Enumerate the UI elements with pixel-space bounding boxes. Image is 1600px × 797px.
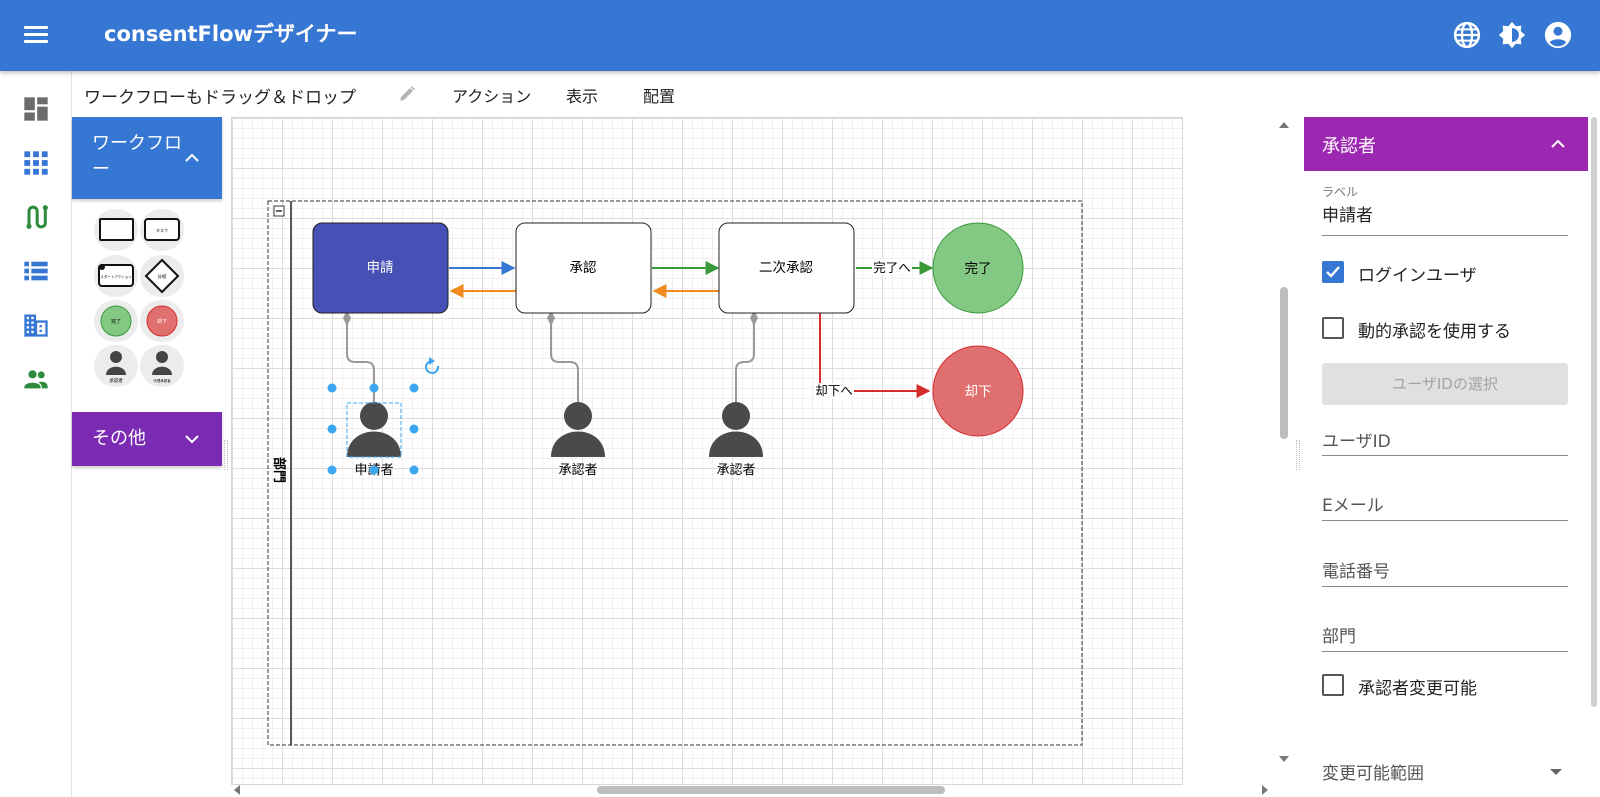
user-id-placeholder: ユーザID (1322, 432, 1391, 452)
edge-label-reject: 却下へ (815, 383, 853, 398)
panel-scroll-thumb[interactable] (1591, 117, 1597, 707)
app-title: consentFlowデザイナー (104, 22, 358, 46)
scroll-right-icon[interactable] (1259, 784, 1271, 796)
user-id-field[interactable]: ユーザID (1322, 423, 1568, 456)
properties-panel: 承認者 ラベル ログインユーザ 動的承認を使用する ユーザIDの選択 ユーザID… (1304, 117, 1588, 797)
menu-action[interactable]: アクション (452, 83, 531, 107)
palette-shape-proxy-approver[interactable]: 代理承認者 (140, 345, 184, 387)
actor-approver-1-label: 承認者 (558, 462, 597, 478)
palette-proxy-label: 代理承認者 (153, 378, 171, 383)
diagram-area: 部門 完了へ 却下へ 申請 承認 二次承認 完了 却下 承認者 承認者 (231, 117, 1290, 797)
people-icon[interactable] (22, 365, 50, 393)
right-splitter[interactable] (1296, 440, 1300, 470)
chevron-down-icon (185, 435, 199, 444)
panel-scrollbar[interactable] (1588, 117, 1600, 797)
palette-other-title: その他 (92, 428, 146, 449)
menu-arrange[interactable]: 配置 (643, 83, 675, 107)
palette-workflow-header[interactable]: ワークフロー (72, 117, 222, 199)
canvas-vscroll-thumb[interactable] (1280, 287, 1288, 439)
palette-workflow-title: ワークフロー (92, 133, 182, 180)
change-range-select[interactable]: 変更可能範囲 (1322, 757, 1568, 787)
palette-shape-task[interactable] (94, 209, 138, 251)
palette-task-label: タスク (156, 227, 168, 233)
scroll-up-icon[interactable] (1278, 119, 1290, 131)
palette-reject-label: 却下 (157, 318, 167, 325)
palette-other-header[interactable]: その他 (72, 412, 222, 466)
actor-approver-1: 承認者 (551, 402, 605, 478)
checkbox-unchecked[interactable] (1322, 317, 1344, 339)
panel-header[interactable]: 承認者 (1304, 117, 1588, 171)
chevron-up-icon (185, 153, 199, 162)
dropdown-arrow-icon (1550, 769, 1562, 775)
diagram-canvas[interactable]: 部門 完了へ 却下へ 申請 承認 二次承認 完了 却下 承認者 承認者 (231, 117, 1183, 785)
panel-title: 承認者 (1322, 136, 1376, 157)
check-icon (1326, 266, 1340, 278)
chevron-up-icon (1551, 139, 1565, 148)
node-reject-label: 却下 (965, 384, 992, 400)
actor-link-3 (735, 313, 755, 403)
checkbox-checked[interactable] (1322, 261, 1344, 283)
list-icon[interactable] (22, 257, 50, 285)
email-placeholder: Eメール (1322, 496, 1384, 516)
phone-field[interactable]: 電話番号 (1322, 553, 1568, 587)
menu-icon[interactable] (22, 22, 50, 48)
label-field[interactable]: ラベル (1322, 183, 1568, 236)
dashboard-icon[interactable] (22, 95, 50, 123)
phone-placeholder: 電話番号 (1322, 562, 1390, 582)
palette-shape-rounded-task[interactable]: タスク (140, 209, 184, 251)
rotate-handle-icon (425, 357, 440, 374)
palette-approver-label: 承認者 (109, 377, 123, 384)
brightness-icon[interactable] (1497, 20, 1527, 50)
node-apply-label: 申請 (367, 260, 394, 276)
actor-link-2 (550, 313, 579, 403)
department-field[interactable]: 部門 (1322, 618, 1568, 652)
account-icon[interactable] (1543, 20, 1573, 50)
email-field[interactable]: Eメール (1322, 487, 1568, 521)
canvas-horizontal-scrollbar[interactable] (231, 783, 1271, 797)
scroll-down-icon[interactable] (1278, 753, 1290, 765)
palette-start-label: スタートアクション (100, 274, 132, 279)
shape-palette: ワークフロー タスク スタートアクション 分岐 完了 却下 承認者 代理承認者 (72, 117, 222, 797)
workflow-name: ワークフローもドラッグ＆ドロップ (84, 88, 356, 108)
canvas-vertical-scrollbar[interactable] (1278, 117, 1290, 785)
menu-view[interactable]: 表示 (566, 83, 598, 107)
approver-changeable-label: 承認者変更可能 (1358, 679, 1477, 699)
node-done-label: 完了 (965, 261, 992, 277)
edge-second-reject (819, 313, 931, 398)
label-field-caption: ラベル (1322, 185, 1359, 199)
palette-shape-approver[interactable]: 承認者 (94, 345, 138, 387)
lane-label: 部門 (271, 457, 287, 483)
palette-shape-decision[interactable]: 分岐 (140, 255, 184, 297)
edge-label-done: 完了へ (873, 260, 911, 275)
change-range-placeholder: 変更可能範囲 (1322, 764, 1424, 784)
select-user-button[interactable]: ユーザIDの選択 (1322, 363, 1568, 405)
checkbox-unchecked[interactable] (1322, 674, 1344, 696)
building-icon[interactable] (22, 311, 50, 339)
palette-shape-done[interactable]: 完了 (94, 300, 138, 342)
node-second-label: 二次承認 (759, 260, 813, 276)
globe-icon[interactable] (1452, 20, 1482, 50)
department-placeholder: 部門 (1322, 627, 1356, 647)
dynamic-approval-label: 動的承認を使用する (1358, 322, 1511, 342)
label-input[interactable] (1322, 203, 1568, 223)
scroll-left-icon[interactable] (231, 784, 243, 796)
palette-shape-start-action[interactable]: スタートアクション (94, 255, 138, 297)
route-icon[interactable] (22, 203, 50, 231)
node-approve-label: 承認 (570, 260, 598, 276)
actor-approver-2: 承認者 (709, 402, 763, 478)
left-splitter[interactable] (224, 440, 228, 470)
palette-done-label: 完了 (111, 318, 121, 325)
nav-rail (0, 71, 72, 797)
toolbar: ワークフローもドラッグ＆ドロップ アクション 表示 配置 (72, 71, 1600, 117)
palette-decision-label: 分岐 (158, 273, 167, 280)
app-bar: consentFlowデザイナー (0, 0, 1600, 71)
actor-approver-2-label: 承認者 (716, 462, 755, 478)
apps-grid-icon[interactable] (22, 149, 50, 177)
palette-shape-reject[interactable]: 却下 (140, 300, 184, 342)
pencil-icon[interactable] (398, 85, 416, 103)
canvas-hscroll-thumb[interactable] (597, 786, 945, 794)
login-user-label: ログインユーザ (1358, 266, 1477, 286)
